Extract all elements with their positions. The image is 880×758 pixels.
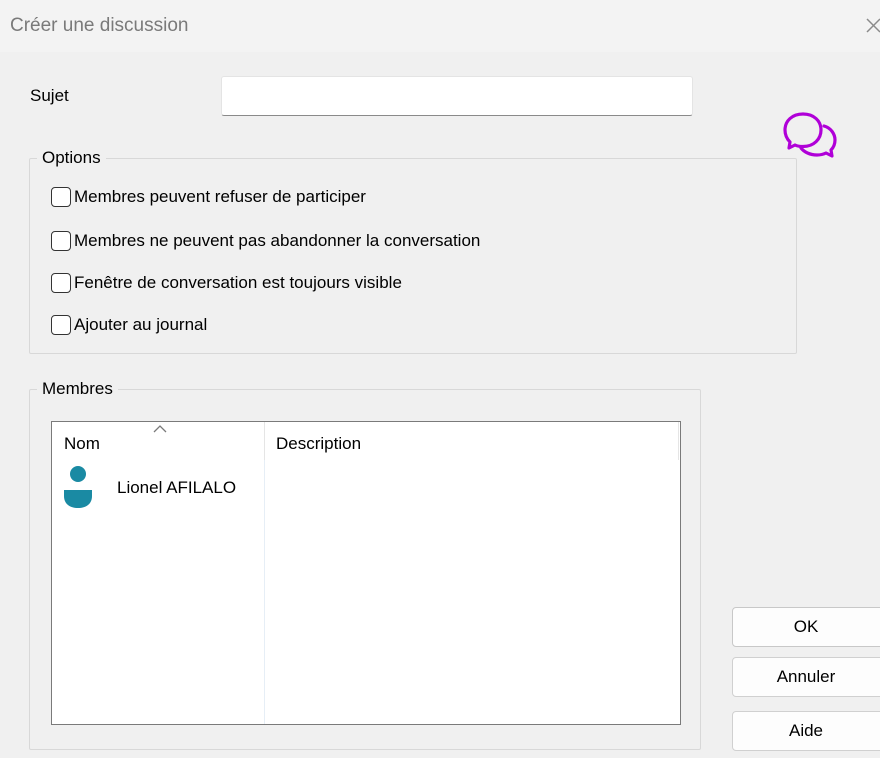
option-cannot-leave[interactable]: Membres ne peuvent pas abandonner la con… (51, 228, 480, 254)
ok-button[interactable]: OK (732, 607, 880, 647)
help-button[interactable]: Aide (732, 711, 880, 751)
option-cannot-leave-checkbox[interactable] (51, 231, 71, 251)
option-refuse-label: Membres peuvent refuser de participer (74, 187, 366, 206)
option-always-visible[interactable]: Fenêtre de conversation est toujours vis… (51, 270, 402, 296)
sort-ascending-icon (153, 425, 167, 433)
list-item[interactable]: Lionel AFILALO (62, 462, 264, 510)
options-legend: Options (37, 148, 106, 168)
option-always-visible-label: Fenêtre de conversation est toujours vis… (74, 273, 402, 292)
option-always-visible-checkbox[interactable] (51, 273, 71, 293)
column-divider (264, 460, 265, 724)
cancel-button[interactable]: Annuler (732, 657, 880, 697)
window-title: Créer une discussion (10, 15, 189, 36)
members-list[interactable]: Nom Description Lionel AFILALO (51, 421, 681, 725)
user-icon (64, 466, 92, 508)
option-cannot-leave-label: Membres ne peuvent pas abandonner la con… (74, 231, 481, 250)
title-bar: Créer une discussion (0, 0, 880, 52)
option-refuse-participation[interactable]: Membres peuvent refuser de participer (51, 184, 366, 210)
column-separator[interactable] (678, 422, 679, 460)
members-legend: Membres (37, 379, 118, 399)
subject-input[interactable] (221, 76, 693, 116)
member-name: Lionel AFILALO (117, 478, 237, 497)
column-header-description[interactable]: Description (276, 434, 361, 454)
option-add-to-journal-checkbox[interactable] (51, 315, 71, 335)
create-discussion-dialog: Créer une discussion Sujet Options Membr… (0, 0, 880, 758)
column-separator[interactable] (264, 422, 265, 460)
subject-label: Sujet (30, 86, 69, 105)
option-add-to-journal[interactable]: Ajouter au journal (51, 312, 207, 338)
column-header-name[interactable]: Nom (64, 434, 100, 454)
close-icon[interactable] (864, 14, 880, 36)
option-add-to-journal-label: Ajouter au journal (74, 315, 208, 334)
option-refuse-checkbox[interactable] (51, 187, 71, 207)
